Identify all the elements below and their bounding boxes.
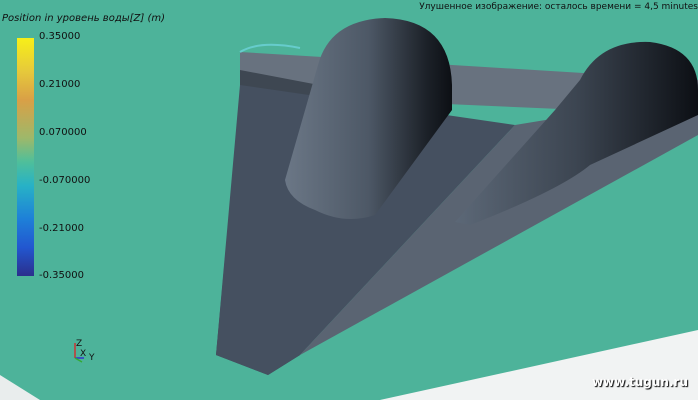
axis-triad: Z X Y bbox=[74, 339, 95, 363]
axis-x-label: X bbox=[80, 349, 86, 359]
legend-tick: 0.21000 bbox=[39, 79, 81, 90]
legend-tick: 0.070000 bbox=[39, 127, 87, 138]
legend-tick: 0.35000 bbox=[39, 31, 81, 42]
legend-tick: -0.35000 bbox=[39, 270, 84, 281]
3d-viewport[interactable] bbox=[0, 0, 698, 400]
axis-y-label: Y bbox=[88, 353, 95, 363]
watermark: www.tugun.ru bbox=[591, 375, 688, 389]
colorbar bbox=[17, 38, 34, 276]
legend-tick: -0.21000 bbox=[39, 223, 84, 234]
axis-z-label: Z bbox=[76, 339, 82, 349]
hull-model bbox=[0, 0, 698, 400]
status-text: Улушенное изображение: осталось времени … bbox=[419, 2, 698, 12]
legend-title: Position in уровень воды[Z] (m) bbox=[2, 13, 166, 24]
legend-tick: -0.070000 bbox=[39, 175, 91, 186]
